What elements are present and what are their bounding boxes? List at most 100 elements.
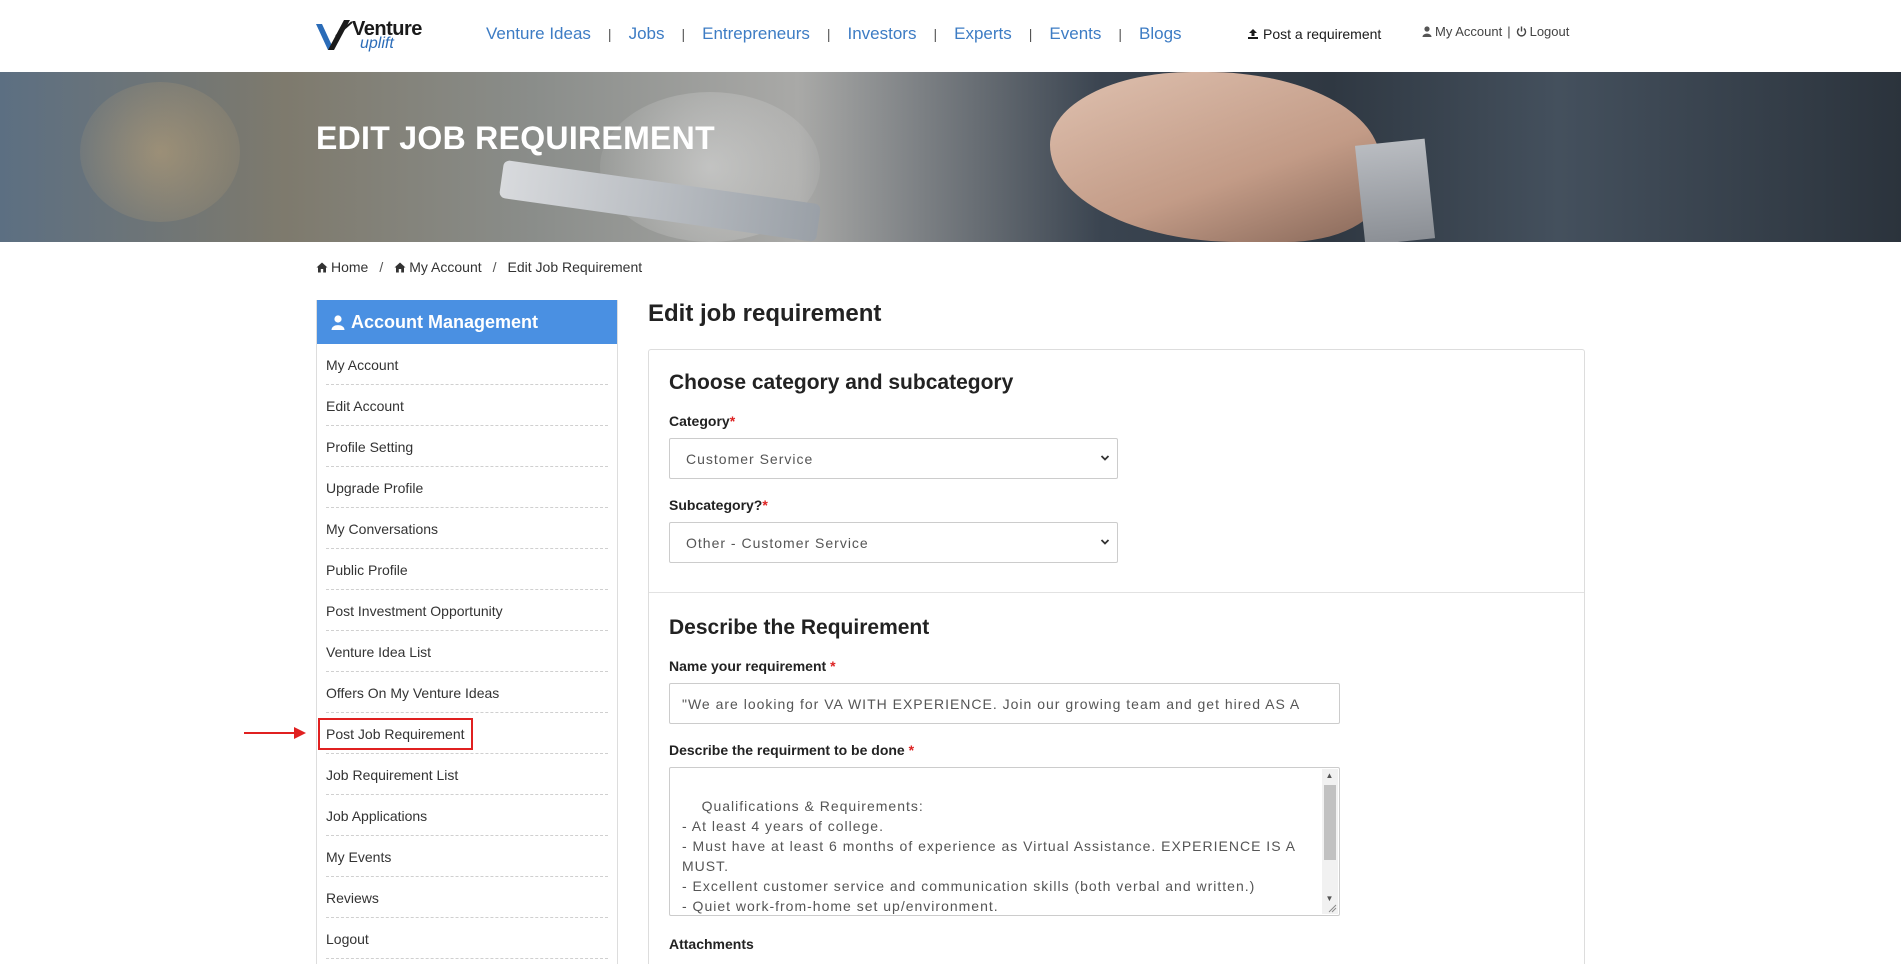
sidebar-item-label: Offers On My Venture Ideas [326,685,500,701]
requirement-name-input[interactable]: "We are looking for VA WITH EXPERIENCE. … [669,683,1340,724]
post-requirement-link[interactable]: Post a requirement [1247,26,1381,42]
sidebar-item-profile-setting[interactable]: Profile Setting [326,426,608,467]
nav-investors[interactable]: Investors [848,24,917,44]
sidebar-item-label: My Conversations [326,521,439,537]
nav-separator: | [1028,26,1033,42]
sidebar-item-venture-idea-list[interactable]: Venture Idea List [326,631,608,672]
nav-jobs[interactable]: Jobs [629,24,665,44]
category-select[interactable]: Customer Service [669,438,1118,479]
chevron-down-icon [1100,455,1110,461]
requirement-description-value: Qualifications & Requirements: - At leas… [682,798,1296,914]
sidebar-item-label: Venture Idea List [326,644,432,660]
nav-entrepreneurs[interactable]: Entrepreneurs [702,24,810,44]
account-links: My Account | Logout [1422,24,1569,39]
sidebar-item-reviews[interactable]: Reviews [326,877,608,918]
sidebar-item-label: Reviews [326,890,379,906]
banner-hand-shape [1050,72,1380,242]
sidebar-item-label: Post Job Requirement [318,718,473,750]
site-logo[interactable]: Venture uplift [314,18,426,54]
banner-bokeh [80,82,240,222]
breadcrumb-my-account[interactable]: My Account [394,259,482,275]
sidebar-item-public-profile[interactable]: Public Profile [326,549,608,590]
page-banner: EDIT JOB REQUIREMENT [0,72,1901,242]
sidebar-title: Account Management [351,311,539,332]
sidebar-item-job-applications[interactable]: Job Applications [326,795,608,836]
scrollbar-thumb[interactable] [1324,785,1336,860]
sidebar-item-label: My Account [326,357,399,373]
user-icon [1422,26,1432,37]
banner-title: EDIT JOB REQUIREMENT [316,120,715,156]
page-title: Edit job requirement [648,300,882,327]
breadcrumb: Home / My Account / Edit Job Requirement [316,259,642,275]
sidebar-item-label: Public Profile [326,562,408,578]
nav-venture-ideas[interactable]: Venture Ideas [486,24,591,44]
annotation-arrow-icon [244,727,306,739]
breadcrumb-account-label: My Account [409,259,482,275]
home-icon [394,262,406,272]
sidebar-item-upgrade-profile[interactable]: Upgrade Profile [326,467,608,508]
sidebar-item-label: Job Applications [326,808,428,824]
account-divider: | [1507,24,1511,39]
sidebar-item-logout[interactable]: Logout [326,918,608,959]
sidebar-menu: My Account Edit Account Profile Setting … [317,344,617,959]
power-icon [1516,26,1526,37]
main-nav: Venture Ideas | Jobs | Entrepreneurs | I… [486,22,1182,46]
sidebar-item-label: Post Investment Opportunity [326,603,503,619]
sidebar-header: Account Management [317,300,617,344]
sidebar-item-label: Edit Account [326,398,404,414]
logo-text-sub: uplift [360,35,394,52]
my-account-link[interactable]: My Account [1435,24,1502,39]
home-icon [316,262,328,272]
sidebar-item-label: Logout [326,931,369,947]
subcategory-label-text: Subcategory? [669,497,763,513]
sidebar-item-label: Job Requirement List [326,767,459,783]
nav-events[interactable]: Events [1049,24,1101,44]
nav-separator: | [681,26,686,42]
user-icon [331,314,345,330]
breadcrumb-home-label: Home [331,259,369,275]
sidebar-item-my-conversations[interactable]: My Conversations [326,508,608,549]
requirement-description-label-text: Describe the requirment to be done [669,742,905,758]
requirement-form: Choose category and subcategory Category… [648,349,1585,964]
nav-separator: | [826,26,831,42]
logo-v-icon [316,20,353,50]
nav-experts[interactable]: Experts [954,24,1012,44]
scroll-up-arrow-icon[interactable]: ▲ [1322,769,1338,783]
subcategory-select[interactable]: Other - Customer Service [669,522,1118,563]
account-sidebar: Account Management My Account Edit Accou… [316,300,618,964]
sidebar-item-label: Upgrade Profile [326,480,424,496]
nav-blogs[interactable]: Blogs [1139,24,1182,44]
breadcrumb-separator: / [492,259,497,275]
sidebar-item-label: My Events [326,849,392,865]
textarea-scrollbar[interactable]: ▲ ▼ [1322,769,1338,914]
sidebar-item-offers-on-venture-ideas[interactable]: Offers On My Venture Ideas [326,672,608,713]
category-label-text: Category [669,413,730,429]
section-title-category: Choose category and subcategory [669,371,1014,394]
sidebar-item-my-events[interactable]: My Events [326,836,608,877]
category-label: Category* [669,413,735,429]
subcategory-select-value: Other - Customer Service [686,534,869,551]
section-title-describe: Describe the Requirement [669,616,930,639]
sidebar-item-my-account[interactable]: My Account [326,344,608,385]
post-requirement-label: Post a requirement [1263,26,1382,42]
nav-separator: | [1118,26,1123,42]
resize-grip-icon[interactable] [1327,903,1337,913]
nav-separator: | [607,26,612,42]
required-marker: * [729,413,736,429]
sidebar-item-post-job-requirement[interactable]: Post Job Requirement [318,713,608,754]
upload-icon [1248,29,1258,39]
breadcrumb-current: Edit Job Requirement [507,259,643,275]
breadcrumb-separator: / [379,259,384,275]
subcategory-label: Subcategory?* [669,497,768,513]
sidebar-item-label: Profile Setting [326,439,414,455]
requirement-description-textarea[interactable]: Qualifications & Requirements: - At leas… [669,767,1340,916]
site-header: Venture uplift Venture Ideas | Jobs | En… [0,0,1901,72]
nav-separator: | [933,26,938,42]
breadcrumb-home[interactable]: Home [316,259,368,275]
logout-link[interactable]: Logout [1530,24,1570,39]
sidebar-item-post-investment-opportunity[interactable]: Post Investment Opportunity [326,590,608,631]
sidebar-item-edit-account[interactable]: Edit Account [326,385,608,426]
required-marker: * [830,658,836,674]
requirement-name-value: "We are looking for VA WITH EXPERIENCE. … [682,695,1301,712]
sidebar-item-job-requirement-list[interactable]: Job Requirement List [326,754,608,795]
